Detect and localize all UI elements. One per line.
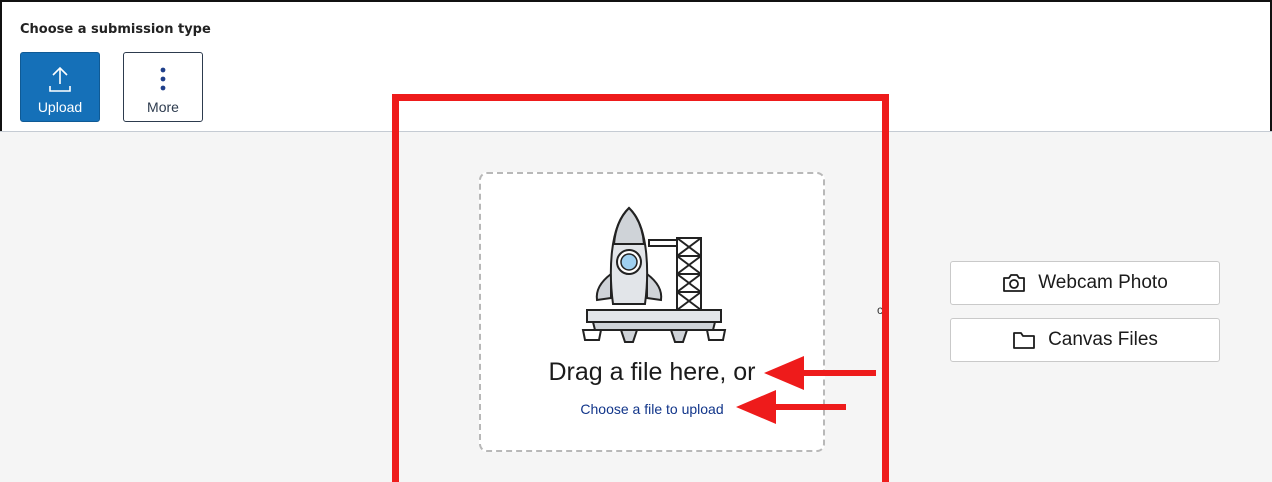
camera-icon — [1003, 274, 1026, 292]
drag-file-text: Drag a file here, or — [548, 358, 756, 386]
upload-icon — [49, 66, 71, 92]
more-vertical-icon — [160, 67, 166, 91]
webcam-photo-button[interactable]: Webcam Photo — [950, 261, 1220, 305]
rocket-launch-illustration — [581, 206, 727, 343]
canvas-files-button[interactable]: Canvas Files — [950, 318, 1220, 362]
stray-character: c — [877, 303, 883, 317]
more-type-button[interactable]: More — [123, 52, 203, 122]
upload-type-button[interactable]: Upload — [20, 52, 100, 122]
choose-file-link[interactable]: Choose a file to upload — [481, 401, 823, 417]
webcam-photo-label: Webcam Photo — [1038, 272, 1168, 293]
upload-type-label: Upload — [37, 99, 83, 115]
file-dropzone[interactable]: Drag a file here, or Choose a file to up… — [479, 172, 825, 452]
more-type-label: More — [147, 99, 179, 115]
folder-icon — [1013, 332, 1035, 349]
canvas-files-label: Canvas Files — [1048, 329, 1158, 350]
submission-type-heading: Choose a submission type — [20, 22, 211, 37]
